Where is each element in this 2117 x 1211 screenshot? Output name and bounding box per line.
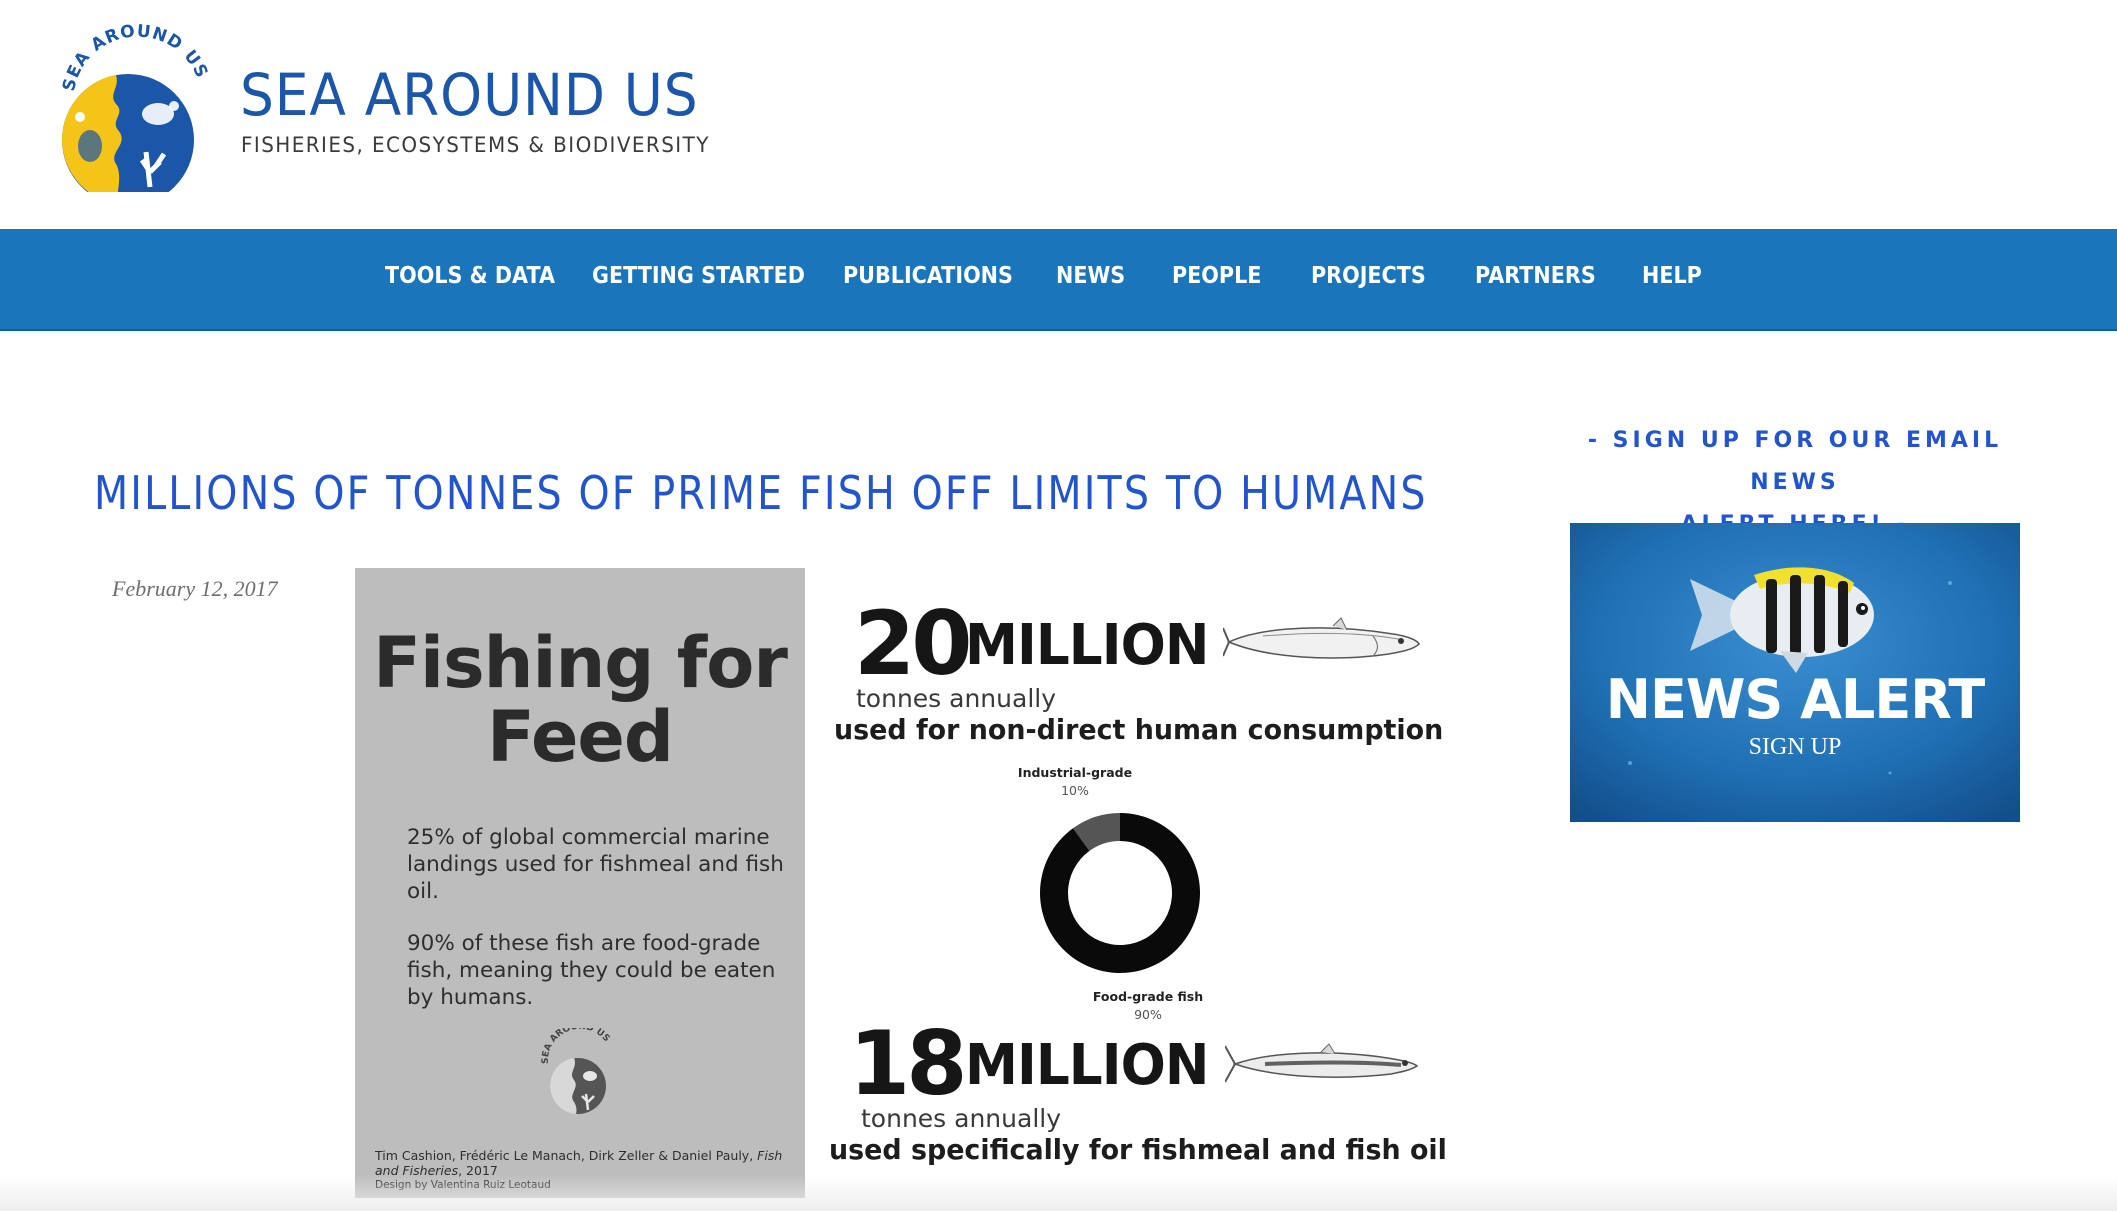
fishing-for-feed-infographic[interactable]: Fishing for Feed 25% of global commercia… [355, 568, 1447, 1198]
nav-people[interactable]: PEOPLE [1172, 263, 1261, 289]
main-navigation: TOOLS & DATA GETTING STARTED PUBLICATION… [0, 229, 2117, 331]
food-grade-label: Food-grade fish [1092, 989, 1204, 1004]
infographic-citation: Tim Cashion, Frédéric Le Manach, Dirk Ze… [375, 1148, 795, 1193]
nav-projects[interactable]: PROJECTS [1311, 263, 1426, 289]
news-alert-signup-banner[interactable]: NEWS ALERT SIGN UP [1570, 523, 2020, 822]
article-title[interactable]: MILLIONS OF TONNES OF PRIME FISH OFF LIM… [94, 466, 1428, 520]
industrial-grade-percent: 10% [1061, 783, 1089, 798]
infographic-text-landings: 25% of global commercial marine landings… [407, 825, 784, 904]
nav-partners[interactable]: PARTNERS [1475, 263, 1596, 289]
sardine-fish-icon [1222, 612, 1423, 672]
post-date: February 12, 2017 [112, 576, 278, 601]
news-alert-title: NEWS ALERT [1605, 668, 1985, 731]
stat1-number: 20 [854, 592, 972, 695]
donut-slice-food-grade [1040, 813, 1200, 973]
brand-name[interactable]: SEA AROUND US [240, 66, 699, 124]
nav-news[interactable]: NEWS [1056, 263, 1125, 289]
donut-label-industrial: Industrial-grade 10% [985, 764, 1165, 800]
stat2-description: used specifically for fishmeal and fish … [829, 1133, 1447, 1166]
food-grade-donut-chart [1040, 813, 1200, 973]
nav-getting-started[interactable]: GETTING STARTED [592, 263, 805, 289]
infographic-summary-panel: Fishing for Feed 25% of global commercia… [355, 568, 805, 1198]
nav-tools-data[interactable]: TOOLS & DATA [385, 263, 555, 289]
citation-authors: Tim Cashion, Frédéric Le Manach, Dirk Ze… [375, 1148, 758, 1163]
stat2-unit: MILLION [965, 1033, 1209, 1098]
signup-line1: - SIGN UP FOR OUR EMAIL NEWS [1587, 428, 2003, 495]
news-alert-signup: SIGN UP [1748, 734, 1842, 760]
stat1-tonnes: tonnes annually [856, 684, 1056, 713]
stat2-tonnes: tonnes annually [861, 1104, 1061, 1133]
food-grade-percent: 90% [1134, 1007, 1162, 1022]
stat1-unit: MILLION [965, 613, 1209, 678]
stat1-description: used for non-direct human consumption [834, 713, 1444, 746]
nav-help[interactable]: HELP [1642, 263, 1702, 289]
citation-design-credit: Design by Valentina Ruiz Leotaud [375, 1179, 551, 1191]
mini-logo-icon: SEA AROUND US [536, 1022, 624, 1116]
infographic-title-line2: Feed [486, 696, 674, 778]
donut-label-food-grade: Food-grade fish 90% [1058, 988, 1238, 1024]
industrial-grade-label: Industrial-grade [1017, 765, 1133, 780]
nav-publications[interactable]: PUBLICATIONS [843, 263, 1013, 289]
infographic-title-line1: Fishing for [373, 622, 788, 704]
anchovy-fish-icon [1224, 1034, 1425, 1094]
infographic-title: Fishing for Feed [355, 626, 805, 774]
brand-tagline: FISHERIES, ECOSYSTEMS & BIODIVERSITY [241, 133, 710, 157]
stat2-number: 18 [849, 1012, 967, 1115]
sea-around-us-logo[interactable]: SEA AROUND US [46, 21, 216, 206]
citation-year: , 2017 [458, 1163, 498, 1178]
infographic-text-food-grade: 90% of these fish are food-grade fish, m… [407, 931, 776, 1010]
